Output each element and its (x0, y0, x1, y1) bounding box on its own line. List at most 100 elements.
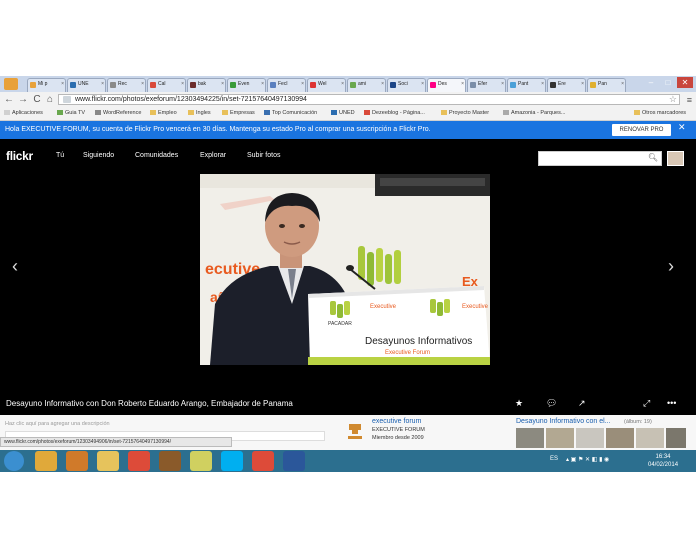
tab-close-icon[interactable]: × (141, 81, 144, 87)
album-thumbnail[interactable] (546, 428, 574, 448)
reload-button[interactable]: C (32, 94, 42, 106)
forward-button[interactable]: → (18, 94, 28, 106)
comment-icon[interactable]: 💬︎ (546, 398, 557, 409)
tab-favicon-icon (310, 82, 316, 88)
search-icon[interactable]: 🔍︎ (648, 153, 658, 162)
browser-tab[interactable]: bak × (187, 78, 226, 92)
browser-tab[interactable]: ami × (347, 78, 386, 92)
profile-icon[interactable] (4, 78, 18, 90)
browser-tab[interactable]: Mi p × (27, 78, 66, 92)
renew-pro-button[interactable]: RENOVAR PRO (612, 124, 671, 136)
album-thumbnail[interactable] (576, 428, 604, 448)
bookmark-star-icon[interactable]: ☆ (669, 94, 677, 105)
taskbar-app-start-icon[interactable] (4, 451, 24, 471)
album-title[interactable]: Desayuno Informativo con el... (516, 418, 611, 425)
bookmark-amazonia[interactable]: Amazonia - Parques... (503, 110, 565, 116)
bookmark-folder-empleo[interactable]: Empleo (150, 110, 177, 116)
tab-close-icon[interactable]: × (181, 81, 184, 87)
bookmark-folder-otros[interactable]: Otros marcadores (634, 110, 686, 116)
description-placeholder[interactable]: Haz clic aquí para agregar una descripci… (5, 421, 110, 427)
nav-you[interactable]: Tú (56, 152, 64, 159)
taskbar-app-explorer-icon[interactable] (97, 451, 119, 471)
nav-upload[interactable]: Subir fotos (247, 152, 280, 159)
tab-favicon-icon (230, 82, 236, 88)
taskbar-app-skype-icon[interactable] (221, 451, 243, 471)
photo-title: Desayuno Informativo con Don Roberto Edu… (6, 399, 293, 408)
taskbar-app-folder-icon[interactable] (35, 451, 57, 471)
tab-close-icon[interactable]: × (381, 81, 384, 87)
tab-close-icon[interactable]: × (61, 81, 64, 87)
close-window-button[interactable]: ✕ (677, 77, 693, 88)
main-photo[interactable]: ecutive aña Ex For PACADAR (200, 174, 490, 365)
browser-tab[interactable]: Pan × (587, 78, 626, 92)
owner-name[interactable]: executive forum (372, 418, 421, 425)
tab-close-icon[interactable]: × (461, 81, 464, 87)
browser-tab[interactable]: Efer × (467, 78, 506, 92)
browser-tab[interactable]: Cal × (147, 78, 186, 92)
minimize-button[interactable]: – (643, 77, 659, 88)
fullscreen-icon[interactable]: ⤢ (643, 398, 650, 409)
bookmark-folder-proyecto-master[interactable]: Proyecto Master (441, 110, 489, 116)
browser-tab[interactable]: Ere × (547, 78, 586, 92)
tab-close-icon[interactable]: × (221, 81, 224, 87)
browser-tab[interactable]: Even × (227, 78, 266, 92)
tab-close-icon[interactable]: × (581, 81, 584, 87)
avatar[interactable] (667, 151, 684, 166)
album-thumbnail[interactable] (636, 428, 664, 448)
flickr-search-input[interactable]: 🔍︎ (538, 151, 662, 166)
share-icon[interactable]: ↗ (578, 398, 586, 409)
nav-following[interactable]: Siguiendo (83, 152, 114, 159)
clock[interactable]: 16:34 04/02/2014 (648, 453, 678, 469)
tab-close-icon[interactable]: × (621, 81, 624, 87)
bookmark-folder-empresas[interactable]: Empresas (222, 110, 255, 116)
browser-tab[interactable]: Des × (427, 78, 466, 92)
back-button[interactable]: ← (4, 94, 14, 106)
taskbar-app-chrome-icon[interactable] (128, 451, 150, 471)
taskbar-app-word-icon[interactable] (283, 451, 305, 471)
favorite-star-icon[interactable]: ★ (515, 398, 523, 409)
maximize-button[interactable]: □ (660, 77, 676, 88)
tab-close-icon[interactable]: × (341, 81, 344, 87)
nav-explore[interactable]: Explorar (200, 152, 226, 159)
album-thumbnail[interactable] (606, 428, 634, 448)
owner-logo-icon[interactable] (346, 420, 364, 440)
bookmark-uned[interactable]: UNED (331, 110, 355, 116)
tab-close-icon[interactable]: × (541, 81, 544, 87)
nav-communities[interactable]: Comunidades (135, 152, 178, 159)
menu-icon[interactable]: ≡ (687, 95, 692, 105)
address-bar[interactable]: www.flickr.com/photos/exeforum/123034942… (58, 94, 680, 105)
banner-close-icon[interactable]: ✕ (678, 122, 686, 133)
browser-tab[interactable]: Pant × (507, 78, 546, 92)
bookmark-top-comunicacion[interactable]: Top Comunicación (264, 110, 317, 116)
tab-close-icon[interactable]: × (101, 81, 104, 87)
browser-tab[interactable]: Soci × (387, 78, 426, 92)
tab-close-icon[interactable]: × (301, 81, 304, 87)
taskbar-app-photos-icon[interactable] (190, 451, 212, 471)
browser-tab[interactable]: Rec × (107, 78, 146, 92)
taskbar-app-chrome2-icon[interactable] (252, 451, 274, 471)
taskbar-app-app-icon[interactable] (159, 451, 181, 471)
next-photo-arrow[interactable]: › (668, 256, 674, 277)
tab-close-icon[interactable]: × (421, 81, 424, 87)
bookmark-folder-ingles[interactable]: Ingles (188, 110, 211, 116)
more-options-icon[interactable]: ••• (667, 398, 676, 408)
bookmark-wordreference[interactable]: WordReference (95, 110, 141, 116)
browser-tab[interactable]: UNE × (67, 78, 106, 92)
tab-favicon-icon (150, 82, 156, 88)
language-indicator[interactable]: ES (550, 456, 558, 462)
previous-photo-arrow[interactable]: ‹ (12, 256, 18, 277)
browser-tab[interactable]: Fecl × (267, 78, 306, 92)
tray-icons[interactable]: ▴ ▣ ⚑ ✕ ◧ ▮ ◉ (566, 456, 609, 463)
home-icon[interactable]: ⌂ (45, 94, 55, 106)
tab-label: Mi p (38, 81, 48, 87)
bookmark-apps[interactable]: Aplicaciones (4, 110, 43, 116)
browser-tab[interactable]: Wel × (307, 78, 346, 92)
album-thumbnail[interactable] (516, 428, 544, 448)
bookmark-dezeeblog[interactable]: Dezeeblog - Página... (364, 110, 425, 116)
flickr-logo[interactable]: flickr (6, 149, 33, 163)
taskbar-app-media-icon[interactable] (66, 451, 88, 471)
tab-close-icon[interactable]: × (261, 81, 264, 87)
tab-close-icon[interactable]: × (501, 81, 504, 87)
bookmark-guia-tv[interactable]: Guia TV (57, 110, 85, 116)
album-thumbnail[interactable] (666, 428, 686, 448)
